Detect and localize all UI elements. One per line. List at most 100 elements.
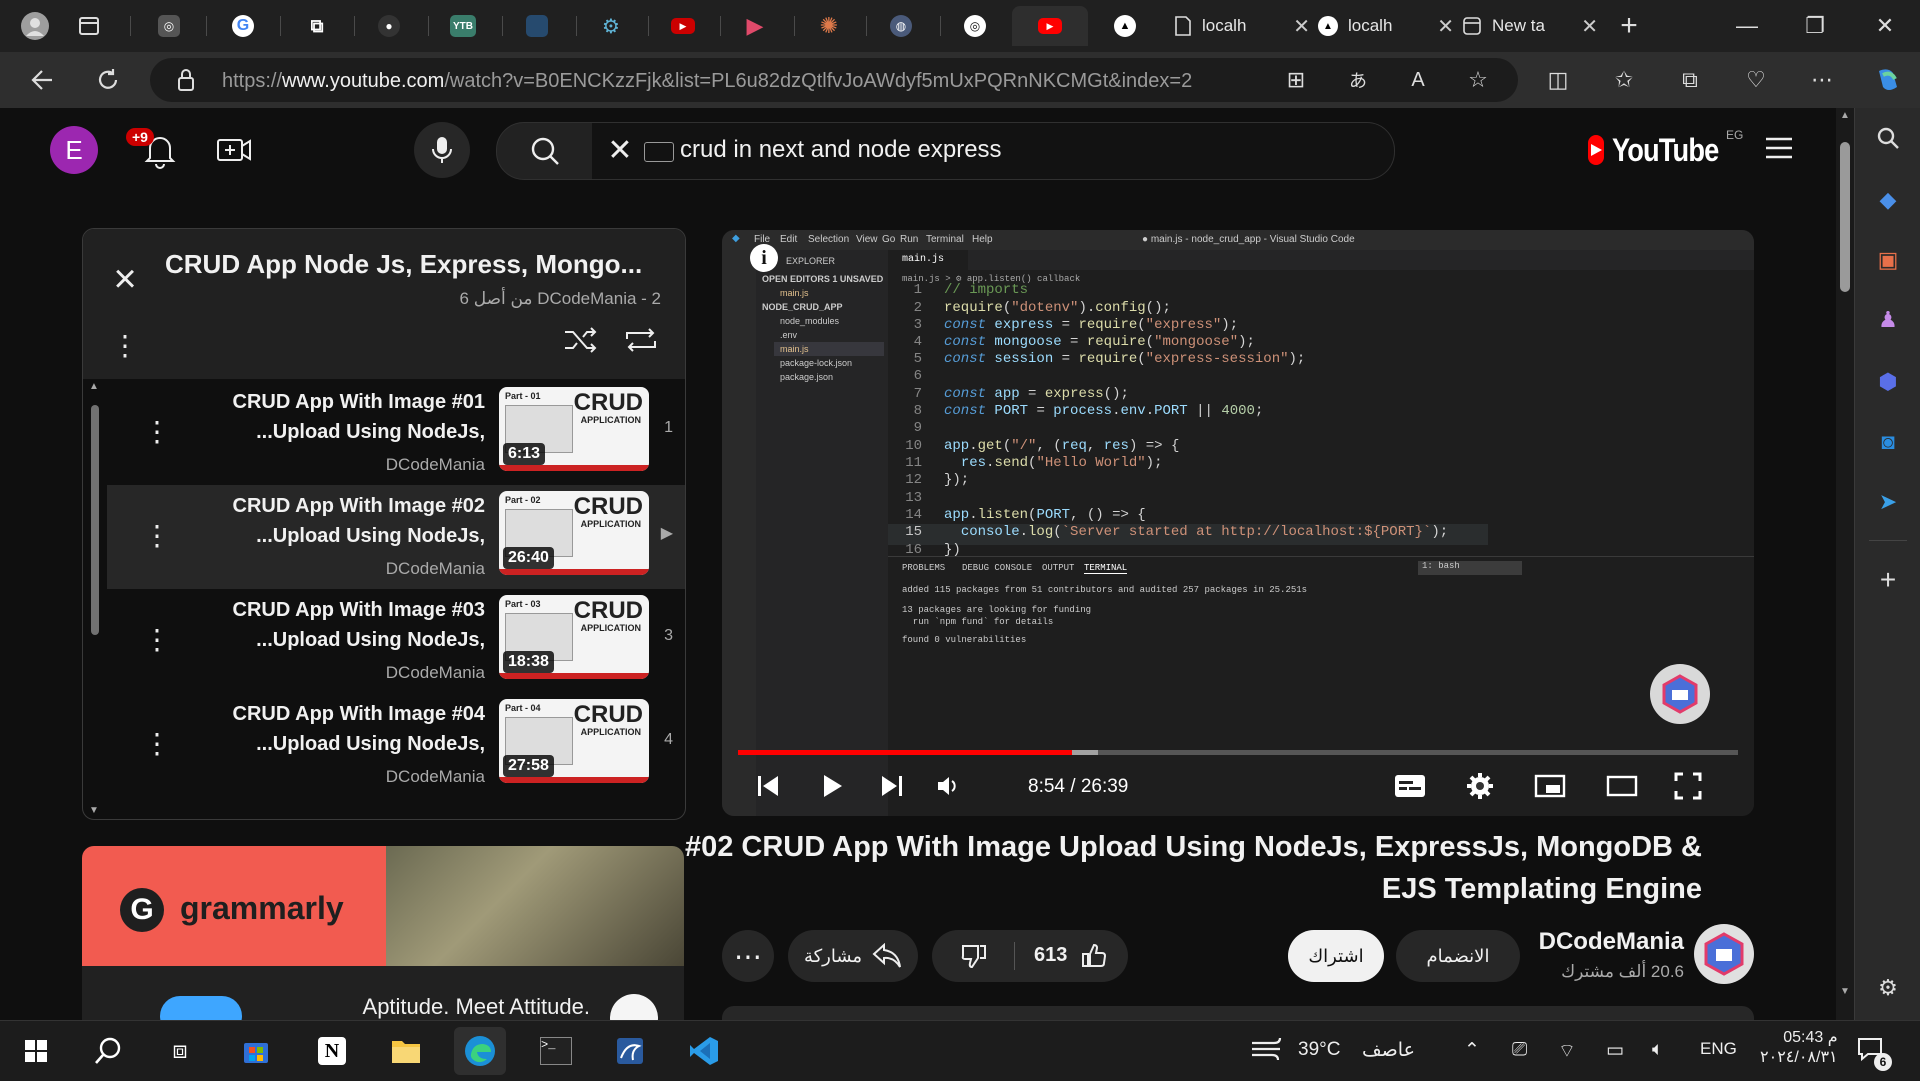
item-more-icon[interactable]: ⋮ xyxy=(143,415,171,448)
close-playlist-icon[interactable]: × xyxy=(105,257,145,301)
info-card-icon[interactable]: i xyxy=(750,244,778,272)
vscode-app-icon[interactable] xyxy=(678,1027,730,1075)
volume-tray-icon[interactable]: 🔈︎ xyxy=(1652,1039,1663,1061)
playlist-subtitle[interactable]: DCodeMania - 2 من أصل 6 xyxy=(460,289,662,309)
wireshark-icon[interactable] xyxy=(604,1027,656,1075)
settings-gear-icon[interactable] xyxy=(1460,766,1500,806)
sidebar-add-icon[interactable]: + xyxy=(1872,564,1904,596)
playlist-item-title[interactable]: CRUD App With Image #02 ...Upload Using N… xyxy=(185,491,485,551)
play-tab-icon[interactable]: ▶ xyxy=(720,6,790,46)
start-windows-icon[interactable] xyxy=(10,1027,62,1075)
playlist-item-title[interactable]: CRUD App With Image #04 ...Upload Using N… xyxy=(185,699,485,759)
sidebar-search-icon[interactable] xyxy=(1872,122,1904,154)
playlist-more-icon[interactable]: ⋮ xyxy=(111,329,139,362)
item-more-icon[interactable]: ⋮ xyxy=(143,519,171,552)
document-icon[interactable] xyxy=(502,6,572,46)
extension-icon[interactable]: ⧉ xyxy=(282,6,352,46)
terminal-icon[interactable]: >_ xyxy=(530,1027,582,1075)
sidebar-tools-icon[interactable]: ▣ xyxy=(1872,244,1904,276)
network-icon[interactable]: ⌔ xyxy=(1558,1039,1576,1063)
play-icon[interactable] xyxy=(812,766,852,806)
chatgpt-icon-2[interactable]: ◎ xyxy=(940,6,1010,46)
show-hidden-icons-chevron-icon[interactable]: ⌃ xyxy=(1464,1039,1480,1062)
miniplayer-icon[interactable] xyxy=(1530,766,1570,806)
taskbar-search-icon[interactable] xyxy=(82,1027,134,1075)
address-bar[interactable]: https://www.youtube.com/watch?v=B0ENCKzz… xyxy=(150,58,1518,102)
restore-icon[interactable]: ❐ xyxy=(1790,8,1840,44)
item-more-icon[interactable]: ⋮ xyxy=(143,727,171,760)
page-scroll-up-icon[interactable]: ▲ xyxy=(1840,110,1850,121)
favorites-icon[interactable]: ✩ xyxy=(1606,62,1642,98)
minimize-icon[interactable]: — xyxy=(1722,8,1772,44)
translate-icon[interactable]: あ xyxy=(1340,62,1376,98)
channel-name[interactable]: DCodeMania xyxy=(1539,928,1684,956)
github-icon[interactable]: ● xyxy=(354,6,424,46)
previous-video-icon[interactable] xyxy=(748,766,788,806)
url-text[interactable]: https://www.youtube.com/watch?v=B0ENCKzz… xyxy=(222,70,1192,93)
more-actions-button[interactable]: ⋯ xyxy=(722,930,774,982)
theater-mode-icon[interactable] xyxy=(1602,766,1642,806)
subtitles-icon[interactable] xyxy=(1390,766,1430,806)
ad-card[interactable]: G grammarly Aptitude. Meet Attitude. xyxy=(82,846,684,1020)
browser-essentials-icon[interactable]: ♡ xyxy=(1738,62,1774,98)
playlist-item[interactable]: ⋮ CRUD App With Image #03 ...Upload Using… xyxy=(107,589,685,693)
search-query-text[interactable]: crud in next and node express xyxy=(680,136,1002,164)
next-video-icon[interactable] xyxy=(872,766,912,806)
join-button[interactable]: الانضمام xyxy=(1396,930,1520,982)
create-video-icon[interactable] xyxy=(216,132,252,168)
page-scrollbar[interactable]: ▲ ▼ xyxy=(1836,108,1854,1020)
language-indicator[interactable]: ENG xyxy=(1700,1039,1737,1059)
scroll-down-arrow-icon[interactable]: ▼ xyxy=(89,805,99,816)
page-scroll-thumb[interactable] xyxy=(1840,142,1850,292)
video-thumbnail[interactable]: Part - 04 CRUD APPLICATION 27:58 xyxy=(499,699,649,783)
read-aloud-icon[interactable]: A xyxy=(1400,62,1436,98)
weather-condition[interactable]: عاصف xyxy=(1362,1039,1415,1062)
voice-search-mic-icon[interactable] xyxy=(414,122,470,178)
sidebar-settings-icon[interactable]: ⚙ xyxy=(1872,972,1904,1004)
vercel-icon[interactable]: ▲ xyxy=(1090,6,1160,46)
edge-browser-icon[interactable] xyxy=(454,1027,506,1075)
notion-icon[interactable]: N xyxy=(306,1027,358,1075)
back-arrow-icon[interactable] xyxy=(24,62,60,98)
new-tab-button[interactable]: + xyxy=(1604,8,1654,44)
claude-icon[interactable]: ✺ xyxy=(794,6,864,46)
youtube-active-icon[interactable]: ▶ xyxy=(1012,6,1088,46)
reload-icon[interactable] xyxy=(90,62,126,98)
page-scroll-down-icon[interactable]: ▼ xyxy=(1840,986,1850,997)
apps-grid-icon[interactable]: ⊞ xyxy=(1278,62,1314,98)
item-more-icon[interactable]: ⋮ xyxy=(143,623,171,656)
microsoft-store-icon[interactable] xyxy=(230,1027,282,1075)
video-player[interactable]: ◆ File Edit Selection View Go Run Termin… xyxy=(722,230,1754,816)
volume-icon[interactable] xyxy=(928,766,968,806)
tab-new-tab[interactable]: New ta ✕ xyxy=(1450,6,1610,46)
like-count[interactable]: 613 xyxy=(1034,944,1067,967)
lock-icon[interactable] xyxy=(176,68,196,97)
playlist-title[interactable]: CRUD App Node Js, Express, Mongo... xyxy=(165,249,665,280)
channel-watermark-icon[interactable] xyxy=(1650,664,1710,724)
description-box-top[interactable] xyxy=(722,1006,1754,1020)
clock[interactable]: 05:43 م ٢٠٢٤/٠٨/٣١ xyxy=(1760,1027,1838,1067)
sidebar-games-icon[interactable]: ♟ xyxy=(1872,304,1904,336)
close-window-icon[interactable]: ✕ xyxy=(1860,8,1910,44)
google-icon[interactable]: G xyxy=(208,6,278,46)
copilot-icon[interactable] xyxy=(1870,62,1906,98)
share-button[interactable]: مشاركة xyxy=(788,930,918,982)
ad-cta-button[interactable] xyxy=(160,996,242,1020)
playlist-item-current[interactable]: ⋮ CRUD App With Image #02 ...Upload Using… xyxy=(107,485,685,589)
sidebar-outlook-icon[interactable]: ◙ xyxy=(1872,426,1904,458)
fullscreen-icon[interactable] xyxy=(1668,766,1708,806)
split-screen-icon[interactable]: ◫ xyxy=(1540,62,1576,98)
file-explorer-icon[interactable] xyxy=(380,1027,432,1075)
sidebar-shopping-tag-icon[interactable]: ◆ xyxy=(1872,184,1904,216)
video-thumbnail[interactable]: Part - 01 CRUD APPLICATION 6:13 xyxy=(499,387,649,471)
video-progress-bar[interactable] xyxy=(738,750,1738,755)
shuffle-icon[interactable] xyxy=(563,325,599,355)
youtube-logo[interactable]: YouTube xyxy=(1588,132,1736,168)
video-thumbnail[interactable]: Part - 02 CRUD APPLICATION 26:40 xyxy=(499,491,649,575)
guide-menu-icon[interactable] xyxy=(1764,136,1794,160)
gear-tab-icon[interactable]: ⚙ xyxy=(576,6,646,46)
search-button[interactable] xyxy=(496,122,594,180)
playlist-item-title[interactable]: CRUD App With Image #03 ...Upload Using N… xyxy=(185,595,485,655)
subscribe-button[interactable]: اشتراك xyxy=(1288,930,1384,982)
dislike-icon[interactable] xyxy=(960,942,988,975)
